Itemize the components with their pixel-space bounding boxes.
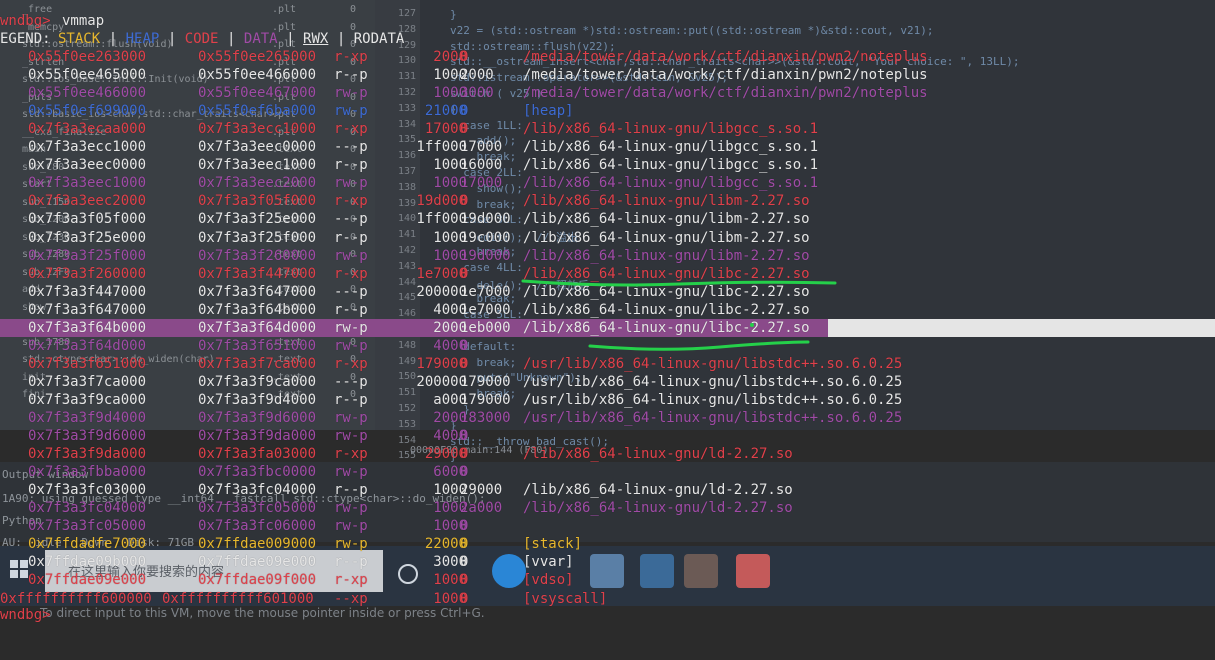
annotation-overlay [521, 279, 837, 351]
terminal[interactable]: wndbg> vmmap EGEND: STACK | HEAP | CODE | DATA |… [0, 0, 1215, 627]
annotation-underline-libc-data [588, 340, 810, 351]
annotation-dot [750, 323, 754, 327]
annotation-underline-libc-text [521, 279, 837, 287]
